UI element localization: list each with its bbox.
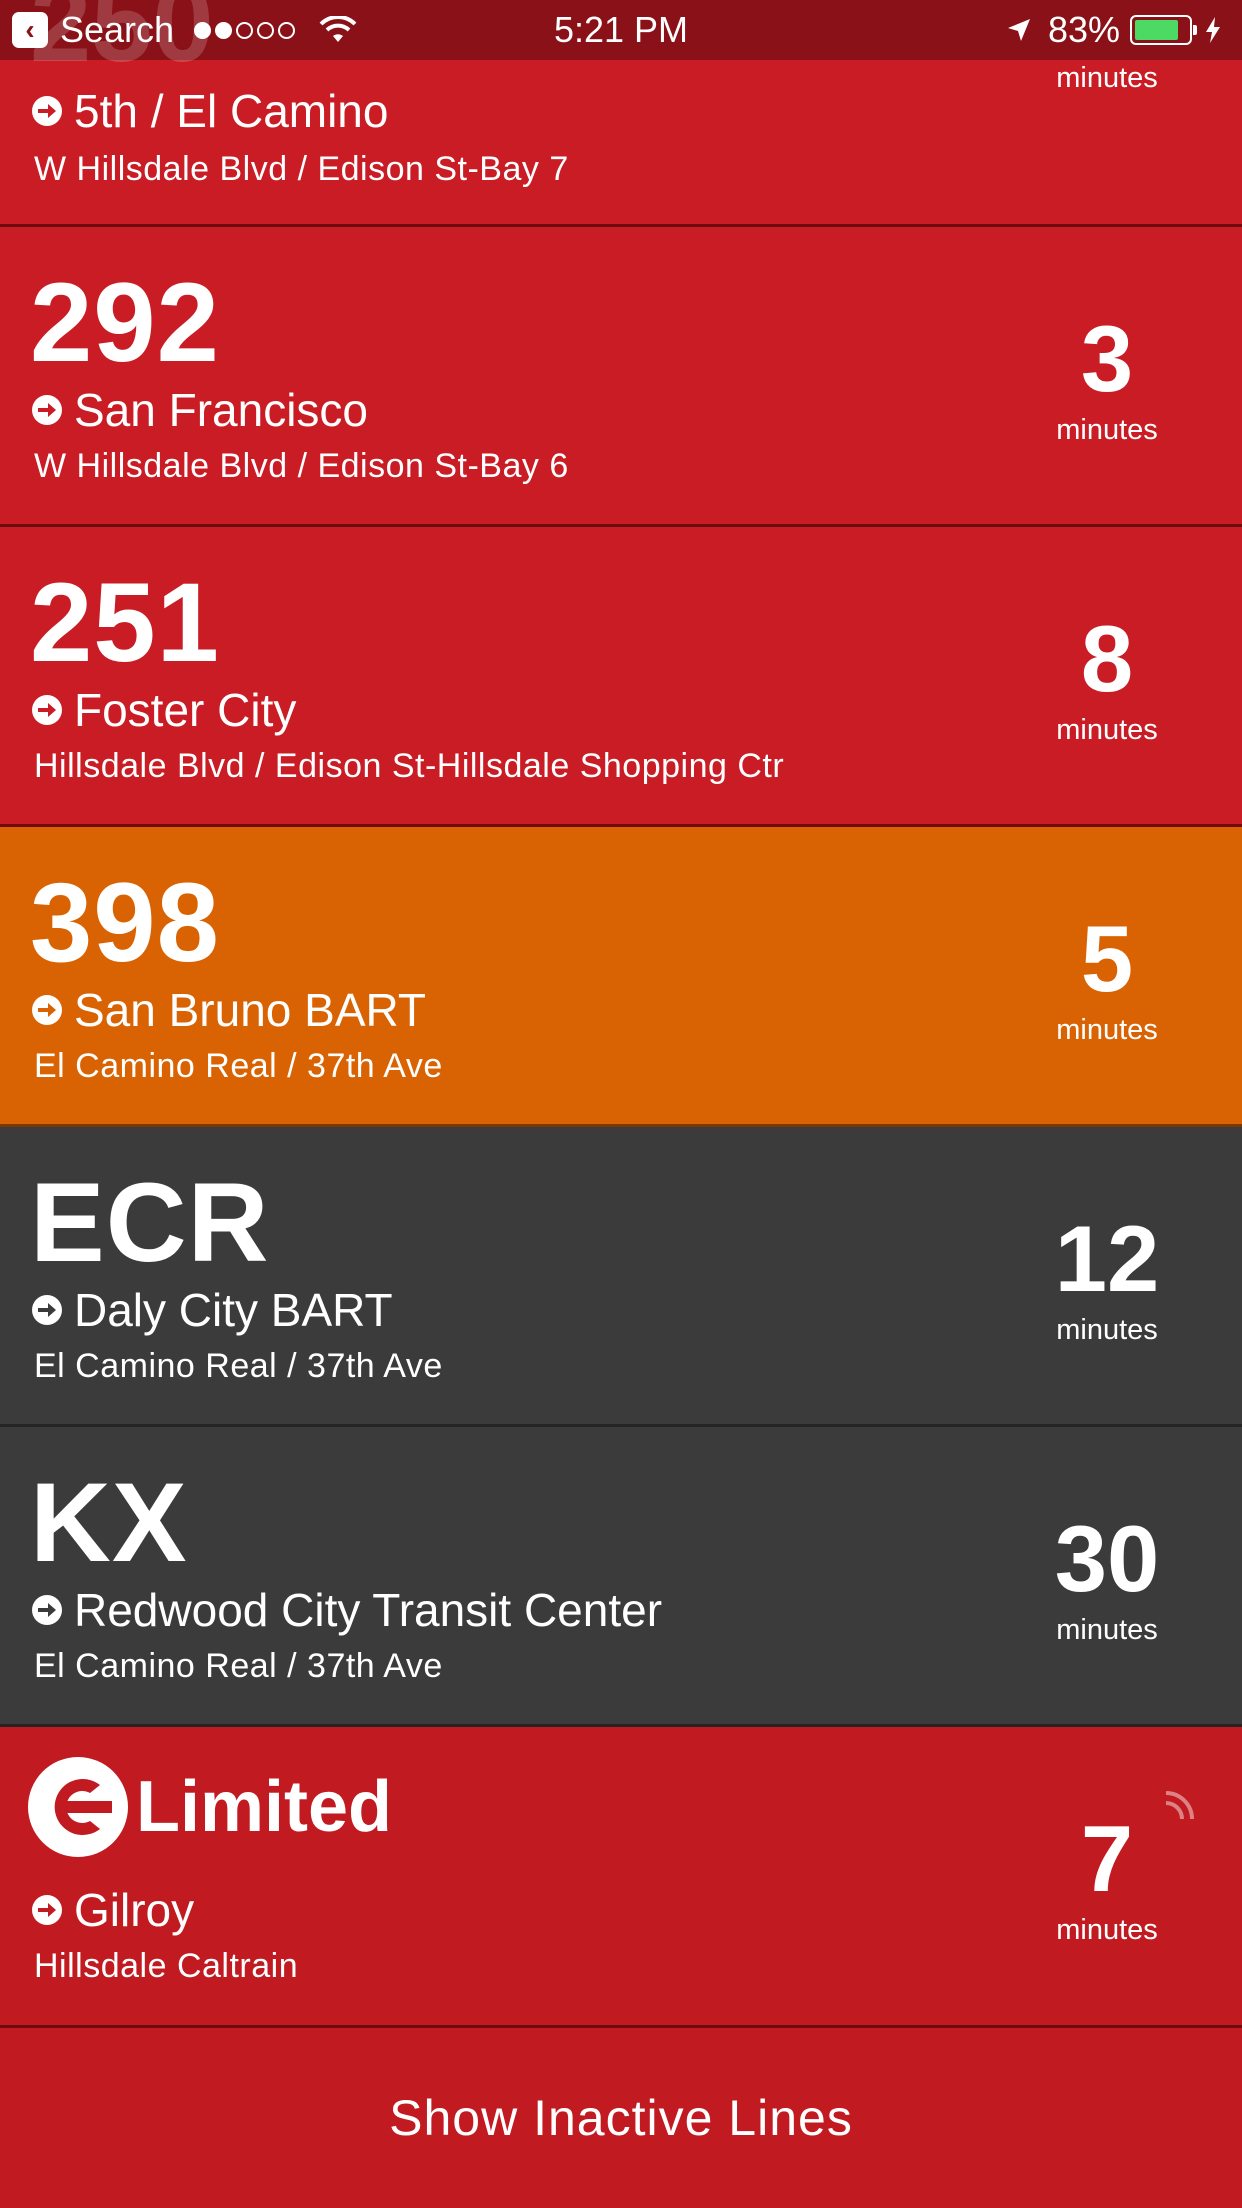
eta-minutes: 5 — [1080, 906, 1134, 1011]
eta-minutes: 12 — [1054, 1206, 1160, 1311]
show-inactive-lines-button[interactable]: Show Inactive Lines — [0, 2028, 1242, 2208]
stop-label: W Hillsdale Blvd / Edison St-Bay 7 — [34, 150, 569, 188]
departure-row[interactable]: KX Redwood City Transit Center El Camino… — [0, 1427, 1242, 1727]
destination-label: San Bruno BART — [74, 984, 427, 1036]
departure-row[interactable]: ECR Daly City BART El Camino Real / 37th… — [0, 1127, 1242, 1427]
eta-minutes: 3 — [1080, 306, 1134, 411]
eta-unit: minutes — [1056, 1614, 1158, 1646]
eta-unit: minutes — [1056, 714, 1158, 746]
destination-label: Redwood City Transit Center — [74, 1584, 663, 1636]
eta-minutes: 7 — [1080, 1806, 1134, 1911]
route-number: 292 — [30, 260, 220, 385]
direction-arrow-icon — [32, 995, 62, 1025]
departure-row[interactable]: 398 San Bruno BART El Camino Real / 37th… — [0, 827, 1242, 1127]
caltrain-logo-icon — [26, 1755, 130, 1859]
location-arrow-icon — [1006, 17, 1032, 43]
eta-minutes: 30 — [1054, 1506, 1160, 1611]
route-number: 398 — [30, 860, 220, 985]
eta: 30 minutes — [1012, 1512, 1202, 1645]
direction-arrow-icon — [32, 1595, 62, 1625]
stop-label: W Hillsdale Blvd / Edison St-Bay 6 — [34, 447, 569, 485]
stop-label: Hillsdale Caltrain — [34, 1947, 299, 1985]
battery-percent: 83% — [1047, 9, 1120, 50]
stop-label: El Camino Real / 37th Ave — [34, 1047, 443, 1085]
eta-unit: minutes — [1056, 62, 1158, 94]
direction-arrow-icon — [32, 695, 62, 725]
show-inactive-lines-label: Show Inactive Lines — [389, 2090, 853, 2146]
eta-unit: minutes — [1056, 1314, 1158, 1346]
destination-label: 5th / El Camino — [74, 85, 389, 137]
stop-label: El Camino Real / 37th Ave — [34, 1347, 443, 1385]
eta: 5 minutes — [1012, 912, 1202, 1045]
departure-row[interactable]: Limited Gilroy Hillsdale Caltrain 7 minu… — [0, 1727, 1242, 2028]
eta: 3 minutes — [1012, 312, 1202, 445]
destination-label: Gilroy — [74, 1884, 195, 1936]
destination-label: Foster City — [74, 684, 297, 736]
eta: 7 minutes — [1012, 1812, 1202, 1945]
eta-unit: minutes — [1056, 1014, 1158, 1046]
departure-row[interactable]: 251 Foster City Hillsdale Blvd / Edison … — [0, 527, 1242, 827]
eta: 12 minutes — [1012, 1212, 1202, 1345]
destination-label: San Francisco — [74, 384, 369, 436]
eta-unit: minutes — [1056, 1914, 1158, 1946]
direction-arrow-icon — [32, 1295, 62, 1325]
status-bar: ‹ Search 5:21 PM 83% — [0, 0, 1242, 60]
eta-minutes: 8 — [1080, 606, 1134, 711]
departure-row[interactable]: 292 San Francisco W Hillsdale Blvd / Edi… — [0, 227, 1242, 527]
charging-bolt-icon — [1206, 17, 1220, 43]
stop-label: Hillsdale Blvd / Edison St-Hillsdale Sho… — [34, 747, 785, 785]
battery-icon — [1130, 15, 1197, 45]
destination-label: Daly City BART — [74, 1284, 393, 1336]
route-number: Limited — [136, 1767, 393, 1847]
direction-arrow-icon — [32, 395, 62, 425]
route-number: ECR — [30, 1160, 270, 1285]
route-number: 251 — [30, 560, 220, 685]
direction-arrow-icon — [32, 1895, 62, 1925]
stop-label: El Camino Real / 37th Ave — [34, 1647, 443, 1685]
direction-arrow-icon — [32, 96, 62, 126]
route-number: KX — [30, 1460, 188, 1585]
eta: 8 minutes — [1012, 612, 1202, 745]
eta-unit: minutes — [1056, 414, 1158, 446]
